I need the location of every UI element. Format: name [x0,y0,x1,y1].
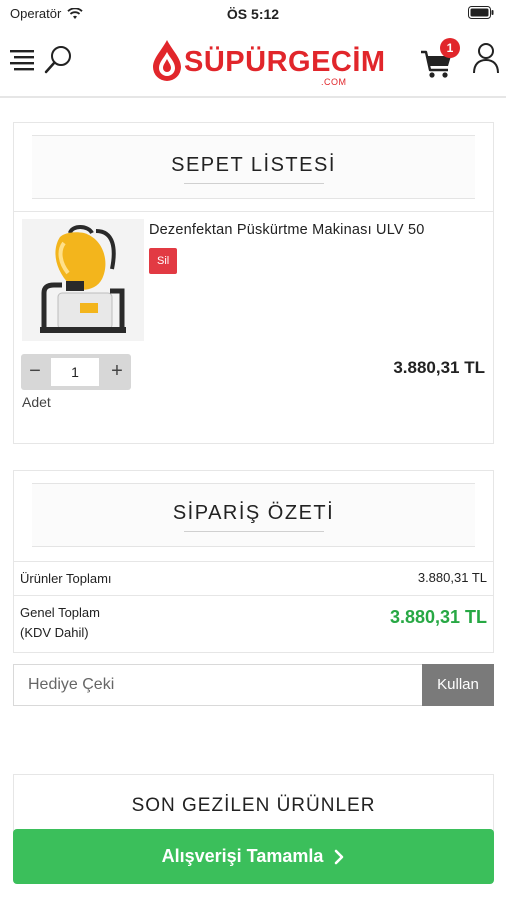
grand-total-value: 3.880,31 TL [389,607,487,627]
grand-total-label-text: Genel Toplam [20,605,100,620]
checkout-label: Alışverişi Tamamla [161,846,324,866]
remove-item-button[interactable]: Sil [149,248,178,274]
title-underline [183,531,324,532]
chevron-right-icon [335,849,344,864]
brand-name: SÜPÜRGECİM [184,46,386,78]
products-total-label: Ürünler Toplamı [20,571,112,586]
cart-list-header: SEPET LİSTESİ [32,135,475,199]
apply-coupon-button[interactable]: Kullan [422,664,494,706]
recently-viewed-section: SON GEZİLEN ÜRÜNLER [13,774,494,834]
status-bar: Operatör ÖS 5:12 [0,0,506,28]
order-summary-card: SİPARİŞ ÖZETİ Ürünler Toplamı 3.880,31 T… [13,470,494,653]
menu-icon[interactable] [10,48,36,72]
products-total-row: Ürünler Toplamı 3.880,31 TL [14,561,493,595]
order-summary-title: SİPARİŞ ÖZETİ [172,502,335,524]
grand-total-label: Genel Toplam (KDV Dahil) [20,603,100,643]
status-time: ÖS 5:12 [226,6,280,22]
increase-quantity-button[interactable]: + [103,354,131,390]
brand-logo[interactable]: SÜPÜRGECİM .COM [150,36,385,90]
products-total-value: 3.880,31 TL [417,570,487,585]
battery-icon [468,6,494,19]
gift-coupon-input[interactable] [14,665,423,705]
quantity-unit-label: Adet [22,394,51,410]
divider [14,211,493,212]
order-summary-header: SİPARİŞ ÖZETİ [32,483,475,547]
vat-included-label: (KDV Dahil) [20,625,89,640]
item-price: 3.880,31 TL [393,358,485,377]
brand-domain: .COM [321,77,347,87]
search-icon[interactable] [44,44,74,76]
grand-total-row: Genel Toplam (KDV Dahil) 3.880,31 TL [14,595,493,653]
sprayer-machine-image [22,219,144,341]
quantity-input[interactable]: 1 [51,358,99,386]
cart-list-title: SEPET LİSTESİ [171,154,336,176]
checkout-button[interactable]: Alışverişi Tamamla [13,829,494,884]
product-name[interactable]: Dezenfektan Püskürtme Makinası ULV 50 [149,222,425,238]
cart-count-badge: 1 [440,38,460,58]
title-underline [183,183,324,184]
product-image[interactable] [22,219,144,341]
cart-list-card: SEPET LİSTESİ Dezenfektan Püskürtme Maki… [13,122,494,444]
decrease-quantity-button[interactable]: − [21,354,49,390]
gift-coupon-form: Kullan [13,664,494,706]
quantity-stepper: − 1 + [21,354,131,390]
cart-button[interactable]: 1 [420,38,464,82]
user-icon[interactable] [472,42,500,74]
logo-drop-icon [153,40,181,81]
recently-viewed-title: SON GEZİLEN ÜRÜNLER [131,795,376,816]
app-header: SÜPÜRGECİM .COM 1 [0,30,506,98]
